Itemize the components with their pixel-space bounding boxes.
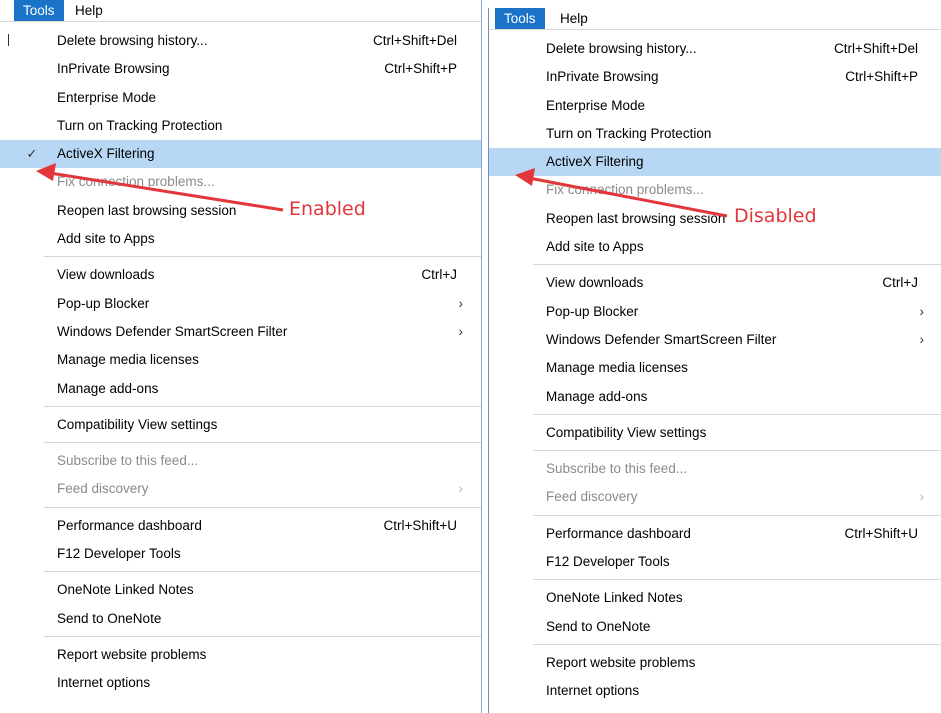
tools-menu-panel-enabled: Tools Help Delete browsing history... Ctr… xyxy=(0,0,482,713)
annotation-arrow xyxy=(515,168,728,218)
annotation-arrow xyxy=(36,163,284,212)
tools-menu-panel-disabled: Tools Help Delete browsing history... Ctr… xyxy=(488,8,941,713)
